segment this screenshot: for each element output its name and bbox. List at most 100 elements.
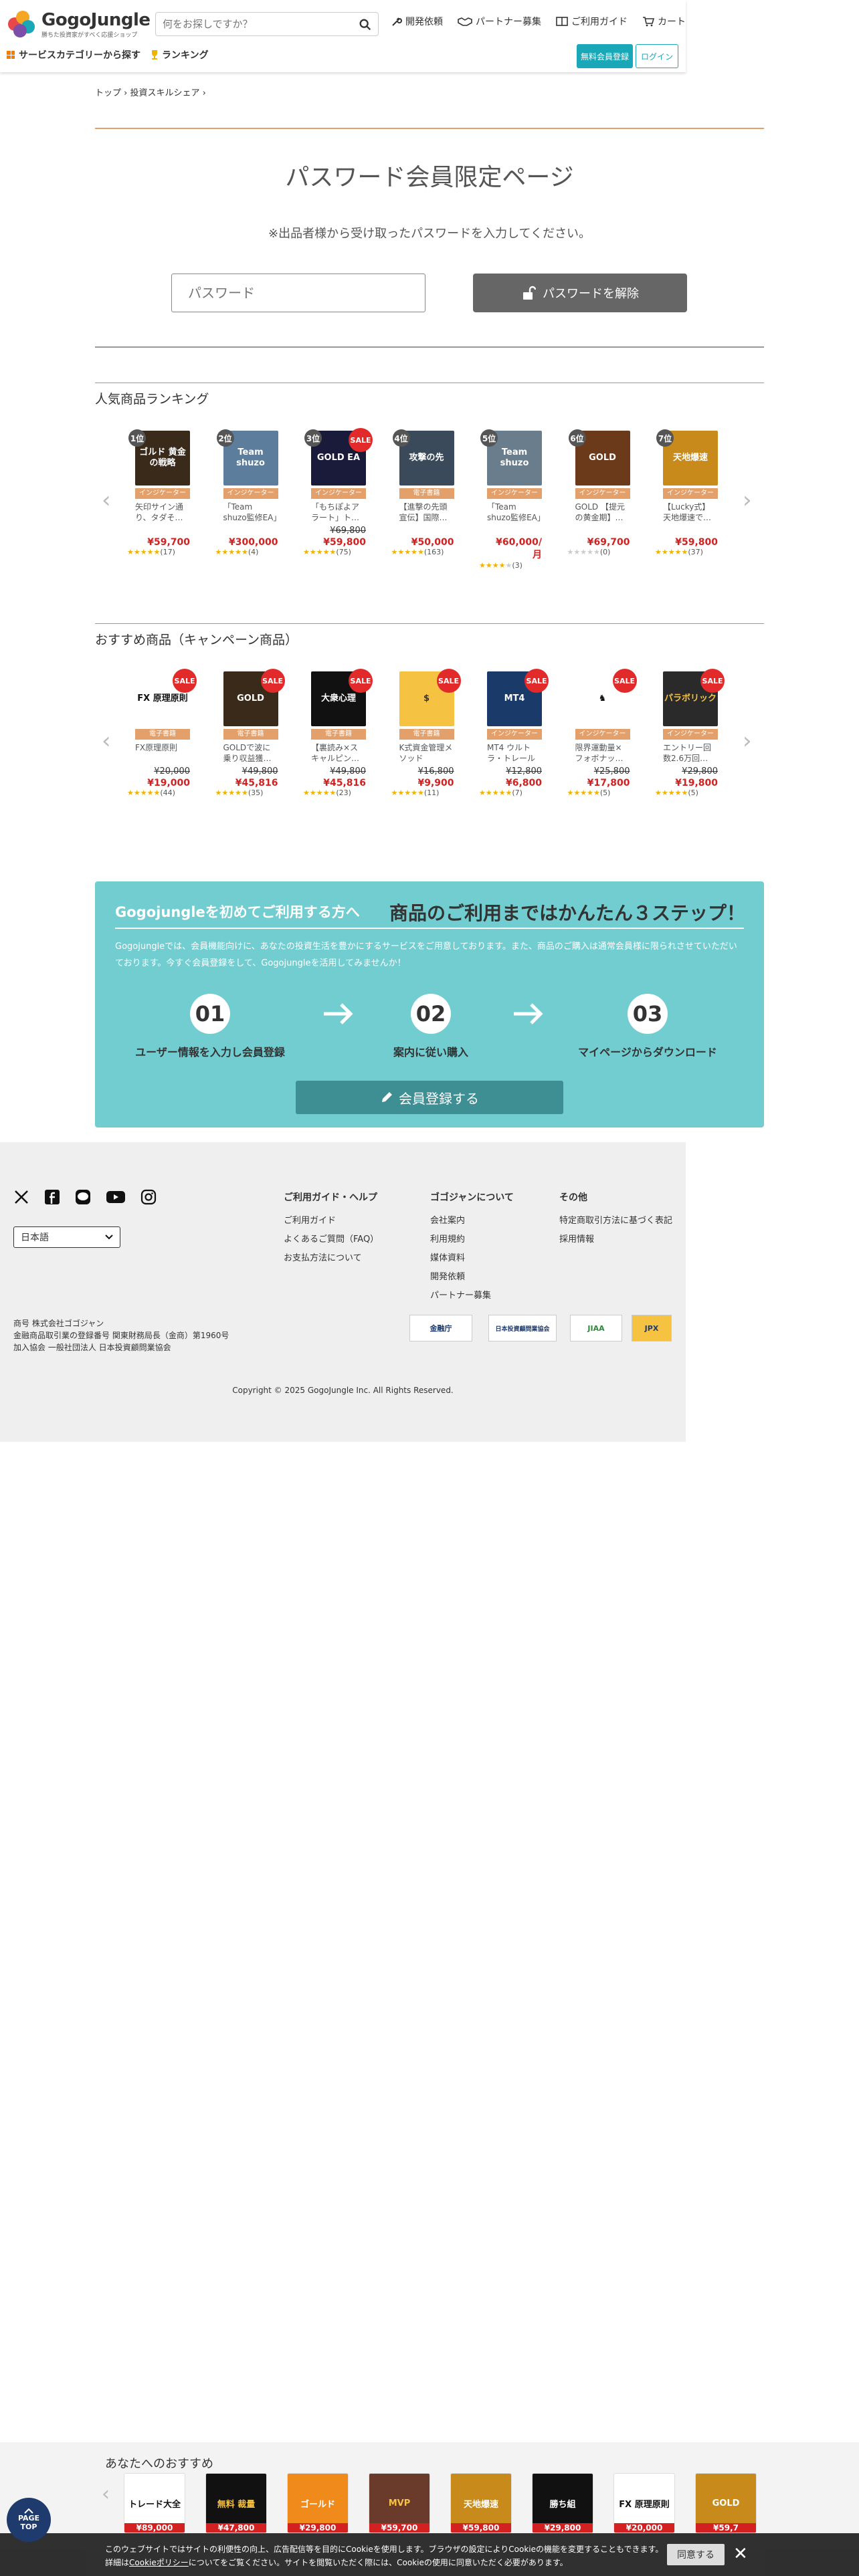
carousel-next-icon[interactable]: › <box>743 728 752 754</box>
subnav-ranking[interactable]: ランキング <box>150 48 209 62</box>
carousel-prev-icon[interactable]: ‹ <box>102 728 111 754</box>
product-name[interactable]: MT4 ウルトラ・トレール <box>487 742 542 765</box>
product-card[interactable]: SALE $ 電子書籍 K式資金管理メソッド ¥16,800 ¥9,900 ★★★★★(11… <box>391 669 462 797</box>
password-input[interactable] <box>171 274 425 312</box>
product-name[interactable]: GOLD 【提元の黄金期】… <box>575 502 630 524</box>
nav-partner[interactable]: パートナー募集 <box>458 15 541 28</box>
corp-line: 加入協会 一般社団法人 日本投資顧問業協会 <box>13 1343 171 1352</box>
footer-link[interactable]: 採用情報 <box>559 1232 672 1245</box>
product-image-text: FX 原理原則 <box>137 693 188 704</box>
recommend-item[interactable]: GOLD ¥59,7 <box>695 2473 757 2533</box>
recommend-item[interactable]: ゴールド ¥29,800 <box>287 2473 349 2533</box>
jpx-badge[interactable]: JPX <box>632 1315 672 1341</box>
x-twitter-icon[interactable] <box>13 1189 29 1205</box>
carousel-prev-icon[interactable]: ‹ <box>102 487 111 514</box>
close-icon[interactable]: ✕ <box>733 2545 748 2563</box>
logo-name: GogoJungle <box>41 9 151 30</box>
footer-link[interactable]: よくあるご質問（FAQ） <box>284 1232 379 1245</box>
nav-cart[interactable]: カート <box>642 15 686 28</box>
nav-partner-label: パートナー募集 <box>476 17 541 27</box>
sale-badge: SALE <box>349 669 373 693</box>
recommend-item[interactable]: 無料 裁量 ¥47,800 <box>205 2473 267 2533</box>
product-name[interactable]: 「Team shuzo監修EA」 <box>487 502 542 524</box>
cookie-line: このウェブサイトではサイトの利便性の向上、広告配信等を目的にCookieを使用し… <box>105 2545 664 2554</box>
product-card[interactable]: 3位 SALE GOLD EA インジケーター 「もちぽよアラート」ト… ¥69,800 ¥… <box>303 428 374 570</box>
divider <box>95 128 764 129</box>
logo[interactable]: GogoJungle 勝ちた投資家がすべく応援ショップ <box>7 7 154 41</box>
footer-link[interactable]: 会社案内 <box>430 1213 514 1226</box>
product-card[interactable]: SALE FX 原理原則 電子書籍 FX原理原則 ¥20,000 ¥19,000 ★★★★★… <box>127 669 198 797</box>
page-top-label: PAGE <box>17 2513 40 2523</box>
recommend-item[interactable]: トレード大全 ¥89,000 <box>124 2473 185 2533</box>
divider <box>115 928 744 929</box>
facebook-icon[interactable] <box>44 1189 60 1205</box>
jiaa-badge[interactable]: 日本投資顧問業協会 <box>488 1315 557 1341</box>
wrench-icon <box>392 17 402 26</box>
unlock-button[interactable]: パスワードを解除 <box>473 274 687 312</box>
product-name[interactable]: 限界運動量×フォボナッ… <box>575 742 630 765</box>
register-button[interactable]: 無料会員登録 <box>577 44 633 68</box>
subnav-category-label: サービスカテゴリーから探す <box>19 50 140 61</box>
product-name[interactable]: 矢印サイン通り、タダそ… <box>135 502 190 524</box>
product-old-price <box>223 526 278 537</box>
product-name[interactable]: GOLDで波に乗り収益獲… <box>223 742 278 765</box>
footer-link[interactable]: 媒体資料 <box>430 1251 514 1263</box>
product-card[interactable]: 4位 攻撃の先 電子書籍 【進撃の先頭宣伝】国際… ¥50,000 ★★★★★(163) <box>391 429 462 570</box>
product-card[interactable]: 6位 GOLD インジケーター GOLD 【提元の黄金期】… ¥69,700 ★★★★★(… <box>567 429 638 570</box>
product-name[interactable]: エントリー回数2.6万回… <box>663 742 718 765</box>
product-card[interactable]: SALE GOLD 電子書籍 GOLDで波に乗り収益獲… ¥49,800 ¥45,816 ★… <box>215 669 286 797</box>
product-name[interactable]: 「Team shuzo監修EA」 <box>223 502 278 524</box>
recommend-item-price: ¥89,000 <box>124 2523 185 2533</box>
product-card[interactable]: 7位 天地爆速 インジケーター 【Lucky式】天地爆速で… ¥59,800 ★★★★★(… <box>655 429 726 570</box>
recommend-item[interactable]: MVP ¥59,700 <box>369 2473 430 2533</box>
review-count: (5) <box>599 788 611 797</box>
page-top-button[interactable]: PAGE TOP <box>7 2498 51 2542</box>
product-category: 電子書籍 <box>399 729 454 740</box>
member-register-button[interactable]: 会員登録する <box>296 1081 563 1114</box>
instagram-icon[interactable] <box>140 1189 157 1205</box>
footer-link[interactable]: パートナー募集 <box>430 1288 514 1301</box>
footer-link[interactable]: ご利用ガイド <box>284 1213 379 1226</box>
product-name[interactable]: 【裏読み×スキャルピン… <box>311 742 366 765</box>
search-input[interactable] <box>156 13 343 35</box>
recommend-item-price: ¥59,800 <box>451 2523 511 2533</box>
carousel-next-icon[interactable]: › <box>743 487 752 514</box>
product-name[interactable]: 【進撃の先頭宣伝】国際… <box>399 502 454 524</box>
nav-guide[interactable]: ご利用ガイド <box>556 15 628 28</box>
subnav-category[interactable]: サービスカテゴリーから探す <box>7 48 140 62</box>
product-category: インジケーター <box>487 729 542 740</box>
language-select[interactable]: 日本語 <box>13 1226 120 1248</box>
breadcrumb[interactable]: トップ › 投資スキルシェア › <box>95 86 206 98</box>
footer-link[interactable]: 利用規約 <box>430 1232 514 1245</box>
product-card[interactable]: SALE MT4 インジケーター MT4 ウルトラ・トレール ¥12,800 ¥6,800… <box>479 669 550 797</box>
nav-dev-request[interactable]: 開発依頼 <box>391 15 443 28</box>
product-old-price <box>575 526 630 537</box>
product-rating: ★★★★★(37) <box>655 548 726 556</box>
cookie-policy-link[interactable]: Cookieポリシー <box>129 2558 189 2567</box>
search-icon[interactable] <box>358 17 373 32</box>
youtube-icon[interactable] <box>106 1189 126 1205</box>
product-name[interactable]: K式資金管理メソッド <box>399 742 454 765</box>
product-card[interactable]: SALE 大衆心理 電子書籍 【裏読み×スキャルピン… ¥49,800 ¥45,816 ★★… <box>303 669 374 797</box>
carousel-prev-icon[interactable]: ‹ <box>102 2482 110 2506</box>
product-card[interactable]: 2位 Team shuzo インジケーター 「Team shuzo監修EA」 ¥300,… <box>215 429 286 570</box>
login-button[interactable]: ログイン <box>636 44 678 68</box>
footer-link[interactable]: 特定商取引方法に基づく表記 <box>559 1213 672 1226</box>
jiaa-logo-badge[interactable]: JIAA <box>570 1315 622 1341</box>
footer-link[interactable]: 開発依頼 <box>430 1269 514 1282</box>
star-icon: ★★★★★ <box>567 548 600 556</box>
recommend-item[interactable]: 天地爆速 ¥59,800 <box>450 2473 512 2533</box>
fsa-badge[interactable]: 金融庁 <box>409 1315 472 1341</box>
product-card[interactable]: SALE パラボリック インジケーター エントリー回数2.6万回… ¥29,800 ¥19… <box>655 669 726 797</box>
product-name[interactable]: FX原理原則 <box>135 742 190 765</box>
product-name[interactable]: 【Lucky式】天地爆速で… <box>663 502 718 524</box>
recommend-item[interactable]: 勝ち組 ¥29,800 <box>532 2473 593 2533</box>
product-card[interactable]: SALE ♞ インジケーター 限界運動量×フォボナッ… ¥25,800 ¥17,800 ★★… <box>567 669 638 797</box>
cookie-accept-button[interactable]: 同意する <box>667 2544 725 2565</box>
product-card[interactable]: 1位 ゴルド 黄金の戦略 インジケーター 矢印サイン通り、タダそ… ¥59,700 ★★★… <box>127 429 198 570</box>
footer-link[interactable]: お支払方法について <box>284 1251 379 1263</box>
product-card[interactable]: 5位 Team shuzo インジケーター 「Team shuzo監修EA」 ¥60,0… <box>479 429 550 570</box>
product-name[interactable]: 「もちぽよアラート」ト… <box>311 502 366 524</box>
recommend-item[interactable]: FX 原理原則 ¥20,000 <box>613 2473 675 2533</box>
line-icon[interactable] <box>75 1189 91 1205</box>
